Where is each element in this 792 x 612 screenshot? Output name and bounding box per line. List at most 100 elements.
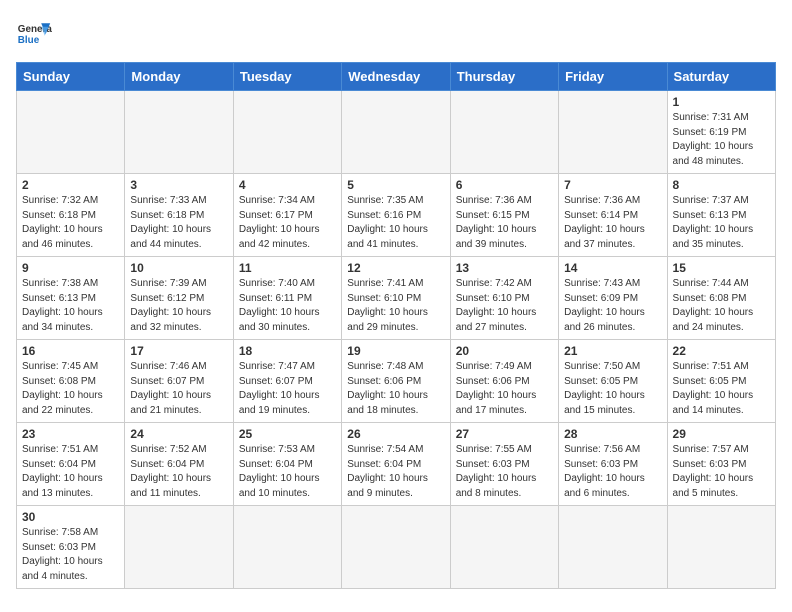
week-row-1: 2 Sunrise: 7:32 AM Sunset: 6:18 PM Daylig… <box>17 174 776 257</box>
calendar-cell: 18 Sunrise: 7:47 AM Sunset: 6:07 PM Dayli… <box>233 340 341 423</box>
day-number: 18 <box>239 344 336 358</box>
day-number: 9 <box>22 261 119 275</box>
calendar-cell <box>667 506 775 589</box>
day-number: 1 <box>673 95 770 109</box>
calendar-cell: 13Sunrise: 7:42 AM Sunset: 6:10 PM Dayli… <box>450 257 558 340</box>
day-number: 30 <box>22 510 119 524</box>
day-info: Sunrise: 7:33 AM Sunset: 6:18 PM Dayligh… <box>130 194 227 252</box>
calendar-cell: 11 Sunrise: 7:40 AM Sunset: 6:11 PM Dayli… <box>233 257 341 340</box>
calendar-cell: 15 Sunrise: 7:44 AM Sunset: 6:08 PM Dayli… <box>667 257 775 340</box>
day-info: Sunrise: 7:44 AM Sunset: 6:08 PM Dayligh… <box>673 277 770 335</box>
day-info: Sunrise: 7:48 AM Sunset: 6:06 PM Dayligh… <box>347 360 444 418</box>
day-number: 10 <box>130 261 227 275</box>
weekday-header-sunday: Sunday <box>17 63 125 91</box>
calendar-cell: 23 Sunrise: 7:51 AM Sunset: 6:04 PM Dayli… <box>17 423 125 506</box>
day-number: 22 <box>673 344 770 358</box>
calendar-cell: 8 Sunrise: 7:37 AM Sunset: 6:13 PM Daylig… <box>667 174 775 257</box>
weekday-header-tuesday: Tuesday <box>233 63 341 91</box>
day-info: Sunrise: 7:45 AM Sunset: 6:08 PM Dayligh… <box>22 360 119 418</box>
weekday-header-monday: Monday <box>125 63 233 91</box>
logo-icon: General Blue <box>16 16 52 52</box>
day-number: 13 <box>456 261 553 275</box>
calendar-cell <box>125 91 233 174</box>
calendar-cell <box>342 91 450 174</box>
day-info: Sunrise: 7:49 AM Sunset: 6:06 PM Dayligh… <box>456 360 553 418</box>
calendar-cell: 6 Sunrise: 7:36 AM Sunset: 6:15 PM Daylig… <box>450 174 558 257</box>
day-info: Sunrise: 7:36 AM Sunset: 6:14 PM Dayligh… <box>564 194 661 252</box>
day-number: 14 <box>564 261 661 275</box>
calendar-cell <box>450 91 558 174</box>
day-number: 24 <box>130 427 227 441</box>
calendar-cell: 17Sunrise: 7:46 AM Sunset: 6:07 PM Dayli… <box>125 340 233 423</box>
day-info: Sunrise: 7:34 AM Sunset: 6:17 PM Dayligh… <box>239 194 336 252</box>
calendar-cell <box>559 91 667 174</box>
weekday-header-wednesday: Wednesday <box>342 63 450 91</box>
day-info: Sunrise: 7:57 AM Sunset: 6:03 PM Dayligh… <box>673 443 770 501</box>
day-number: 8 <box>673 178 770 192</box>
week-row-4: 23 Sunrise: 7:51 AM Sunset: 6:04 PM Dayli… <box>17 423 776 506</box>
weekday-header-saturday: Saturday <box>667 63 775 91</box>
day-info: Sunrise: 7:32 AM Sunset: 6:18 PM Dayligh… <box>22 194 119 252</box>
day-number: 11 <box>239 261 336 275</box>
calendar-cell: 5Sunrise: 7:35 AM Sunset: 6:16 PM Daylig… <box>342 174 450 257</box>
calendar-cell <box>17 91 125 174</box>
day-number: 25 <box>239 427 336 441</box>
calendar-cell: 29Sunrise: 7:57 AM Sunset: 6:03 PM Dayli… <box>667 423 775 506</box>
day-info: Sunrise: 7:50 AM Sunset: 6:05 PM Dayligh… <box>564 360 661 418</box>
calendar-cell: 20 Sunrise: 7:49 AM Sunset: 6:06 PM Dayli… <box>450 340 558 423</box>
day-number: 15 <box>673 261 770 275</box>
day-info: Sunrise: 7:51 AM Sunset: 6:04 PM Dayligh… <box>22 443 119 501</box>
calendar-cell: 12 Sunrise: 7:41 AM Sunset: 6:10 PM Dayli… <box>342 257 450 340</box>
day-info: Sunrise: 7:31 AM Sunset: 6:19 PM Dayligh… <box>673 111 770 169</box>
calendar-cell: 7Sunrise: 7:36 AM Sunset: 6:14 PM Daylig… <box>559 174 667 257</box>
day-number: 4 <box>239 178 336 192</box>
calendar-cell: 24 Sunrise: 7:52 AM Sunset: 6:04 PM Dayli… <box>125 423 233 506</box>
calendar-cell: 10 Sunrise: 7:39 AM Sunset: 6:12 PM Dayli… <box>125 257 233 340</box>
day-info: Sunrise: 7:43 AM Sunset: 6:09 PM Dayligh… <box>564 277 661 335</box>
day-number: 19 <box>347 344 444 358</box>
day-info: Sunrise: 7:46 AM Sunset: 6:07 PM Dayligh… <box>130 360 227 418</box>
day-info: Sunrise: 7:39 AM Sunset: 6:12 PM Dayligh… <box>130 277 227 335</box>
day-info: Sunrise: 7:55 AM Sunset: 6:03 PM Dayligh… <box>456 443 553 501</box>
weekday-header-friday: Friday <box>559 63 667 91</box>
day-info: Sunrise: 7:52 AM Sunset: 6:04 PM Dayligh… <box>130 443 227 501</box>
day-info: Sunrise: 7:54 AM Sunset: 6:04 PM Dayligh… <box>347 443 444 501</box>
day-number: 3 <box>130 178 227 192</box>
calendar-table: SundayMondayTuesdayWednesdayThursdayFrid… <box>16 62 776 589</box>
header: General Blue <box>16 16 776 52</box>
calendar-cell: 4 Sunrise: 7:34 AM Sunset: 6:17 PM Daylig… <box>233 174 341 257</box>
day-info: Sunrise: 7:47 AM Sunset: 6:07 PM Dayligh… <box>239 360 336 418</box>
calendar-cell: 16Sunrise: 7:45 AM Sunset: 6:08 PM Dayli… <box>17 340 125 423</box>
day-info: Sunrise: 7:53 AM Sunset: 6:04 PM Dayligh… <box>239 443 336 501</box>
day-number: 20 <box>456 344 553 358</box>
day-number: 2 <box>22 178 119 192</box>
weekday-header-thursday: Thursday <box>450 63 558 91</box>
calendar-cell <box>559 506 667 589</box>
day-info: Sunrise: 7:37 AM Sunset: 6:13 PM Dayligh… <box>673 194 770 252</box>
calendar-cell <box>125 506 233 589</box>
day-number: 6 <box>456 178 553 192</box>
day-number: 12 <box>347 261 444 275</box>
calendar-cell: 2 Sunrise: 7:32 AM Sunset: 6:18 PM Daylig… <box>17 174 125 257</box>
calendar-cell: 26 Sunrise: 7:54 AM Sunset: 6:04 PM Dayli… <box>342 423 450 506</box>
calendar-cell: 14 Sunrise: 7:43 AM Sunset: 6:09 PM Dayli… <box>559 257 667 340</box>
day-number: 27 <box>456 427 553 441</box>
calendar-cell: 28Sunrise: 7:56 AM Sunset: 6:03 PM Dayli… <box>559 423 667 506</box>
day-number: 26 <box>347 427 444 441</box>
calendar-cell: 3 Sunrise: 7:33 AM Sunset: 6:18 PM Daylig… <box>125 174 233 257</box>
week-row-2: 9Sunrise: 7:38 AM Sunset: 6:13 PM Daylig… <box>17 257 776 340</box>
week-row-3: 16Sunrise: 7:45 AM Sunset: 6:08 PM Dayli… <box>17 340 776 423</box>
week-row-0: 1 Sunrise: 7:31 AM Sunset: 6:19 PM Daylig… <box>17 91 776 174</box>
calendar-cell: 27 Sunrise: 7:55 AM Sunset: 6:03 PM Dayli… <box>450 423 558 506</box>
calendar-cell: 22Sunrise: 7:51 AM Sunset: 6:05 PM Dayli… <box>667 340 775 423</box>
day-info: Sunrise: 7:41 AM Sunset: 6:10 PM Dayligh… <box>347 277 444 335</box>
day-number: 28 <box>564 427 661 441</box>
day-info: Sunrise: 7:40 AM Sunset: 6:11 PM Dayligh… <box>239 277 336 335</box>
calendar-cell: 19 Sunrise: 7:48 AM Sunset: 6:06 PM Dayli… <box>342 340 450 423</box>
day-info: Sunrise: 7:36 AM Sunset: 6:15 PM Dayligh… <box>456 194 553 252</box>
calendar-cell <box>233 91 341 174</box>
calendar-cell: 25 Sunrise: 7:53 AM Sunset: 6:04 PM Dayli… <box>233 423 341 506</box>
calendar-cell: 1 Sunrise: 7:31 AM Sunset: 6:19 PM Daylig… <box>667 91 775 174</box>
day-number: 23 <box>22 427 119 441</box>
calendar-cell: 30Sunrise: 7:58 AM Sunset: 6:03 PM Dayli… <box>17 506 125 589</box>
